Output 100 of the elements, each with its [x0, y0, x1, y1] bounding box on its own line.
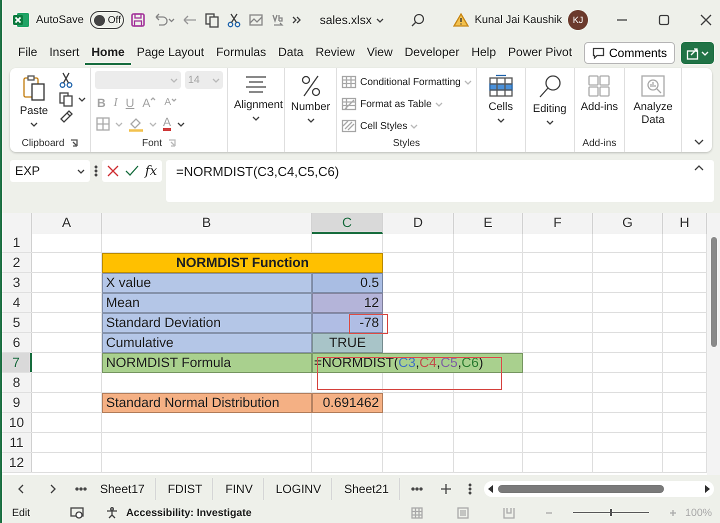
chevron-down-icon	[464, 78, 472, 86]
row-header[interactable]: 1	[2, 233, 32, 252]
chevron-down-icon	[115, 120, 123, 128]
table-cell[interactable]: -78	[312, 313, 383, 333]
maximize-icon[interactable]	[658, 14, 670, 26]
copy-button[interactable]	[58, 91, 86, 107]
sheet-tab[interactable]: FDIST	[158, 478, 214, 500]
caret-up-icon	[150, 96, 156, 102]
row-header[interactable]: 11	[2, 433, 32, 452]
table-cell[interactable]: Mean	[102, 293, 312, 313]
chevron-down-icon	[177, 120, 186, 128]
row-header[interactable]: 8	[2, 373, 32, 392]
table-cell[interactable]: Cumulative	[102, 333, 312, 353]
scroll-right-icon	[704, 485, 710, 493]
ribbon-tab[interactable]: View	[360, 42, 399, 64]
format-painter-icon[interactable]	[58, 109, 74, 125]
insert-function-button[interactable]: fx	[145, 164, 158, 178]
column-header[interactable]: A	[32, 213, 102, 234]
caret-down-icon	[171, 97, 178, 103]
row-header[interactable]: 3	[2, 273, 32, 292]
ribbon-button[interactable]: Editing	[530, 71, 570, 129]
macro-record-icon[interactable]	[70, 507, 84, 519]
row-header[interactable]: 10	[2, 413, 32, 432]
ribbon-tab[interactable]: Power Pivot	[502, 42, 578, 64]
table-cell[interactable]: NORMDIST Function	[102, 253, 383, 273]
sheet-tab[interactable]: Sheet17	[90, 478, 156, 500]
name-box[interactable]: EXP	[10, 160, 90, 182]
horizontal-scrollbar[interactable]	[484, 481, 714, 497]
column-header[interactable]: C	[312, 213, 383, 234]
chevron-down-icon	[252, 115, 260, 122]
ribbon-tab[interactable]: File	[12, 42, 44, 64]
cancel-icon[interactable]	[107, 165, 119, 177]
column-header[interactable]: H	[663, 213, 707, 234]
paste-button[interactable]: Paste	[14, 71, 54, 131]
column-header[interactable]: G	[593, 213, 663, 234]
user-avatar[interactable]: KJ	[568, 10, 588, 30]
more-icon[interactable]	[74, 486, 88, 492]
comments-button[interactable]: Comments	[584, 42, 675, 64]
table-cell[interactable]: 0.5	[312, 273, 383, 293]
accessibility-icon[interactable]	[106, 507, 118, 519]
column-header[interactable]: B	[102, 213, 312, 234]
chevron-down-icon	[149, 120, 157, 128]
ribbon-tab[interactable]: Formulas	[210, 42, 272, 64]
collapse-icon[interactable]	[694, 164, 704, 171]
table-cell[interactable]: Standard Deviation	[102, 313, 312, 333]
table-cell[interactable]: 0.691462	[312, 393, 383, 413]
ribbon-tab[interactable]: Insert	[43, 42, 86, 64]
accessibility-status[interactable]: Accessibility: Investigate	[126, 507, 252, 519]
close-icon[interactable]	[700, 14, 712, 26]
row-header[interactable]: 2	[2, 253, 32, 272]
dialog-launcher-icon[interactable]	[70, 139, 78, 147]
ribbon-tab[interactable]: Review	[309, 42, 361, 64]
row-header[interactable]: 4	[2, 293, 32, 312]
sheet-tab[interactable]: FINV	[215, 478, 264, 500]
picture-icon[interactable]	[248, 12, 264, 28]
table-cell[interactable]: TRUE	[312, 333, 383, 353]
scissors-icon[interactable]	[226, 12, 242, 28]
ribbon-tab[interactable]: Developer	[398, 42, 466, 64]
search-icon[interactable]	[410, 12, 426, 28]
ribbon-tab[interactable]: Data	[272, 42, 310, 64]
row-header[interactable]: 5	[2, 313, 32, 332]
next-sheet-icon[interactable]	[48, 483, 58, 495]
row-header[interactable]: 9	[2, 393, 32, 412]
column-header[interactable]: D	[383, 213, 454, 234]
chevron-down-icon	[212, 76, 220, 84]
table-cell[interactable]: NORMDIST Formula	[102, 353, 312, 373]
spelling-icon[interactable]	[270, 12, 286, 28]
ribbon-tab[interactable]: Help	[465, 42, 502, 64]
chevron-down-icon	[434, 100, 443, 108]
previous-sheet-icon[interactable]	[16, 483, 26, 495]
chevron-down-icon	[306, 117, 315, 124]
more-vertical-icon[interactable]	[468, 483, 472, 495]
ribbon-button[interactable]: Number	[289, 71, 332, 127]
table-cell[interactable]: X value	[102, 273, 312, 293]
column-header[interactable]: E	[454, 213, 523, 234]
sheet-tab[interactable]: Sheet21	[334, 478, 400, 500]
file-name-menu[interactable]: sales.xlsx	[320, 13, 384, 27]
sheet-tab[interactable]: LOGINV	[266, 478, 332, 500]
share-button[interactable]	[681, 42, 714, 64]
row-header[interactable]: 7	[2, 353, 32, 372]
formula-field[interactable]: =NORMDIST(C3,C4,C5,C6)	[166, 160, 714, 202]
vertical-scrollbar[interactable]	[707, 213, 720, 475]
table-cell[interactable]: Standard Normal Distribution	[102, 393, 312, 413]
column-header[interactable]: F	[523, 213, 593, 234]
ribbon-tab[interactable]: Page Layout	[130, 42, 210, 64]
scissors-icon[interactable]	[58, 71, 74, 89]
row-header[interactable]: 6	[2, 333, 32, 352]
ribbon-button[interactable]: Cells	[480, 71, 521, 127]
table-cell[interactable]: 12	[312, 293, 383, 313]
ribbon-tab[interactable]: Home	[85, 42, 131, 64]
autosave-toggle[interactable]: Off	[90, 11, 124, 29]
save-icon[interactable]	[130, 12, 146, 28]
copy-icon[interactable]	[204, 12, 220, 28]
enter-icon[interactable]	[125, 165, 139, 177]
more-icon[interactable]	[410, 486, 424, 492]
row-header[interactable]: 12	[2, 453, 32, 472]
add-sheet-icon[interactable]	[440, 483, 452, 495]
table-icon	[488, 74, 514, 98]
chevron-down-icon	[30, 121, 38, 128]
collapse-ribbon-icon[interactable]	[694, 139, 704, 146]
